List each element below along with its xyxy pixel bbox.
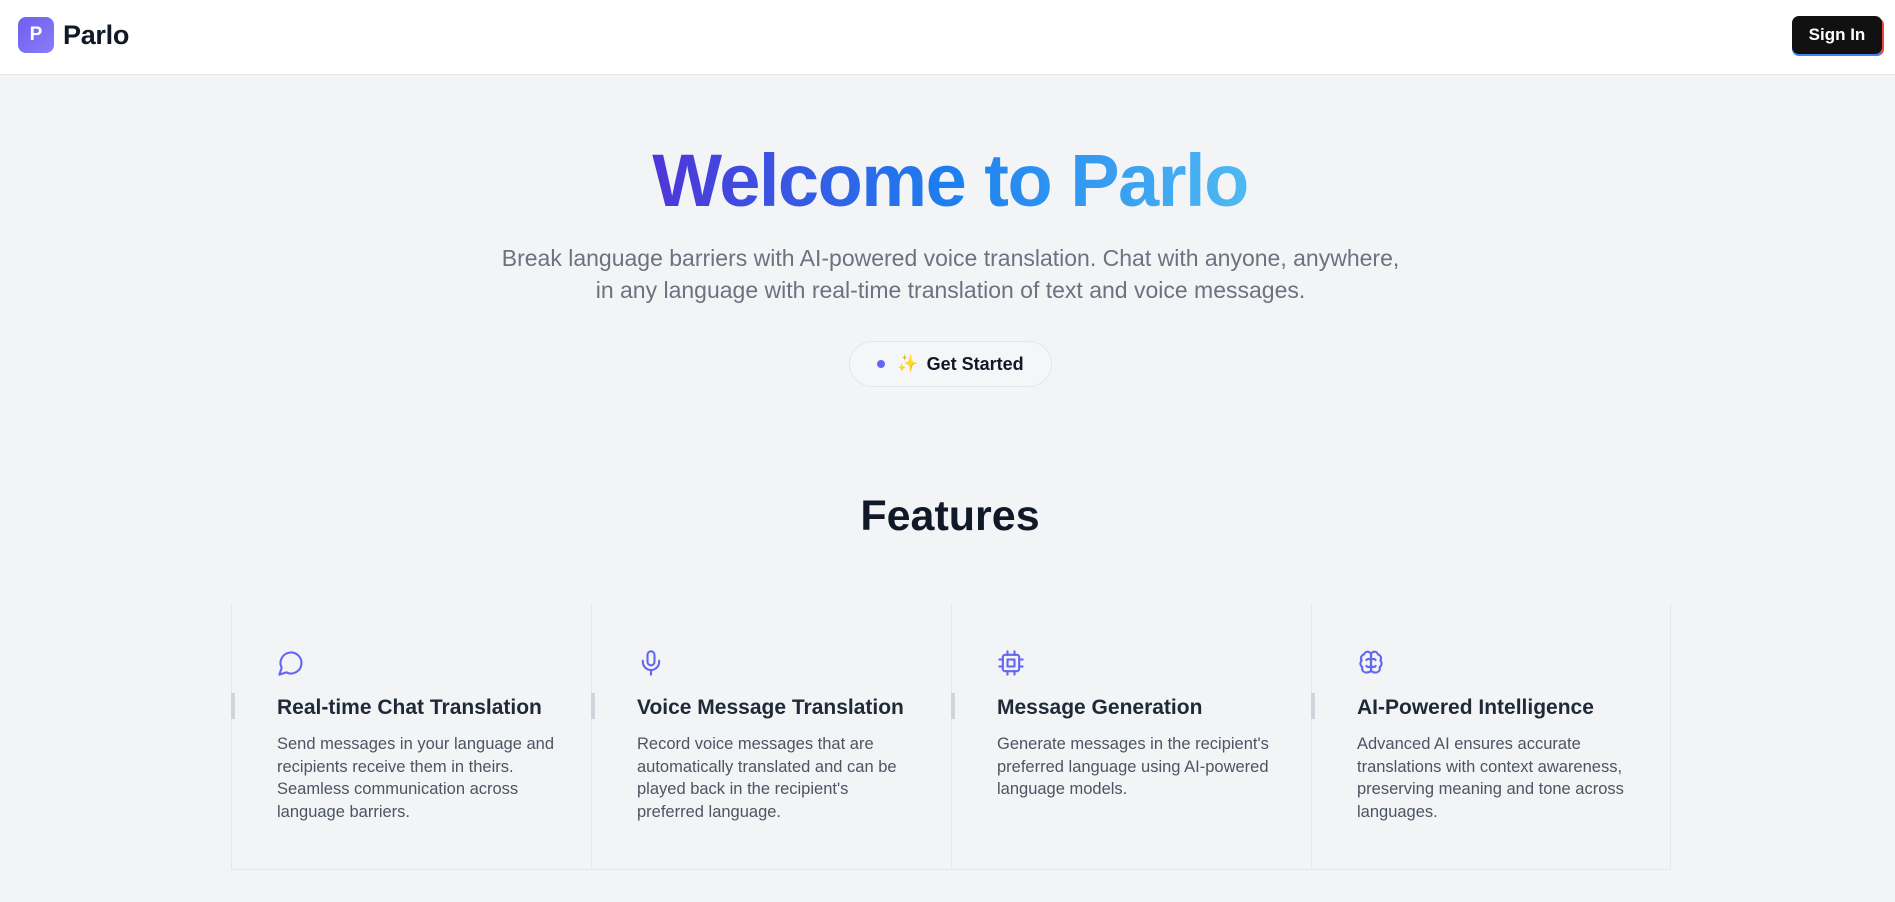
feature-title: Voice Message Translation — [637, 696, 904, 719]
sparkles-icon: ✨ — [897, 354, 919, 374]
brand-name: Parlo — [63, 19, 130, 50]
feature-card-voice-translation: Voice Message Translation Record voice m… — [591, 603, 951, 869]
top-navbar: P Parlo Sign In — [0, 0, 1895, 75]
feature-card-message-generation: Message Generation Generate messages in … — [951, 603, 1311, 869]
sign-in-button[interactable]: Sign In — [1792, 16, 1882, 54]
feature-description: Generate messages in the recipient's pre… — [997, 735, 1269, 798]
parlo-logo: P — [18, 17, 54, 53]
feature-description: Record voice messages that are automatic… — [637, 735, 897, 821]
chat-bubble-icon — [277, 649, 305, 677]
feature-title: AI-Powered Intelligence — [1357, 696, 1594, 719]
features-heading: Features — [860, 492, 1040, 540]
microphone-icon — [637, 649, 665, 677]
hero-title: Welcome to Parlo — [652, 139, 1249, 222]
get-started-label: Get Started — [926, 353, 1024, 374]
feature-card-chat-translation: Real-time Chat Translation Send messages… — [231, 603, 591, 869]
brand[interactable]: P Parlo — [18, 17, 129, 53]
card-accent-marker — [231, 693, 235, 719]
status-dot-icon — [877, 360, 886, 368]
get-started-button[interactable]: ✨ Get Started — [849, 341, 1052, 387]
feature-description: Advanced AI ensures accurate translation… — [1357, 735, 1624, 821]
feature-description: Send messages in your language and recip… — [277, 735, 555, 821]
brain-icon — [1357, 649, 1385, 677]
card-accent-marker — [591, 693, 595, 719]
cpu-chip-icon — [997, 649, 1025, 677]
hero-subtitle: Break language barriers with AI-powered … — [501, 245, 1400, 303]
features-grid: Real-time Chat Translation Send messages… — [231, 603, 1671, 870]
feature-card-ai-intelligence: AI-Powered Intelligence Advanced AI ensu… — [1311, 603, 1671, 869]
feature-title: Real-time Chat Translation — [277, 696, 542, 719]
card-accent-marker — [1311, 693, 1315, 719]
feature-title: Message Generation — [997, 696, 1203, 719]
card-accent-marker — [951, 693, 955, 719]
